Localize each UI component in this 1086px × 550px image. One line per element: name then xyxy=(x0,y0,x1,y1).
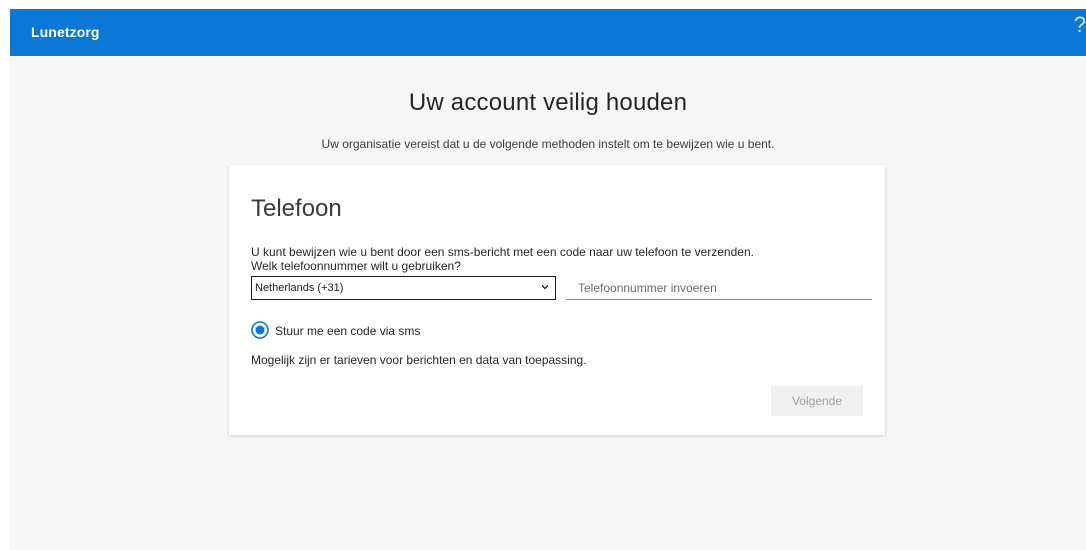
method-description: U kunt bewijzen wie u bent door een sms-… xyxy=(251,245,754,259)
brand-name: Lunetzorg xyxy=(31,24,100,40)
country-code-value: Netherlands (+31) xyxy=(255,282,344,294)
phone-method-card: Telefoon U kunt bewijzen wie u bent door… xyxy=(229,165,885,435)
help-icon[interactable]: ? xyxy=(1074,14,1086,36)
page-root: Lunetzorg ? Uw account veilig houden Uw … xyxy=(0,0,1086,550)
top-bar: Lunetzorg ? xyxy=(10,9,1086,56)
phone-number-question: Welk telefoonnummer wilt u gebruiken? xyxy=(251,259,461,273)
page-title: Uw account veilig houden xyxy=(408,89,688,116)
page-subtitle: Uw organisatie vereist dat u de volgende… xyxy=(321,137,775,151)
next-button[interactable]: Volgende xyxy=(771,386,863,416)
fees-notice: Mogelijk zijn er tarieven voor berichten… xyxy=(251,353,587,367)
country-code-select[interactable]: Netherlands (+31) xyxy=(251,276,556,300)
card-title: Telefoon xyxy=(251,195,342,222)
main-content: Uw account veilig houden Uw organisatie … xyxy=(10,56,1086,550)
radio-selected-icon[interactable] xyxy=(251,321,269,339)
sms-code-option-label: Stuur me een code via sms xyxy=(275,324,421,338)
phone-number-input[interactable] xyxy=(566,276,872,300)
chevron-down-icon xyxy=(541,285,549,290)
